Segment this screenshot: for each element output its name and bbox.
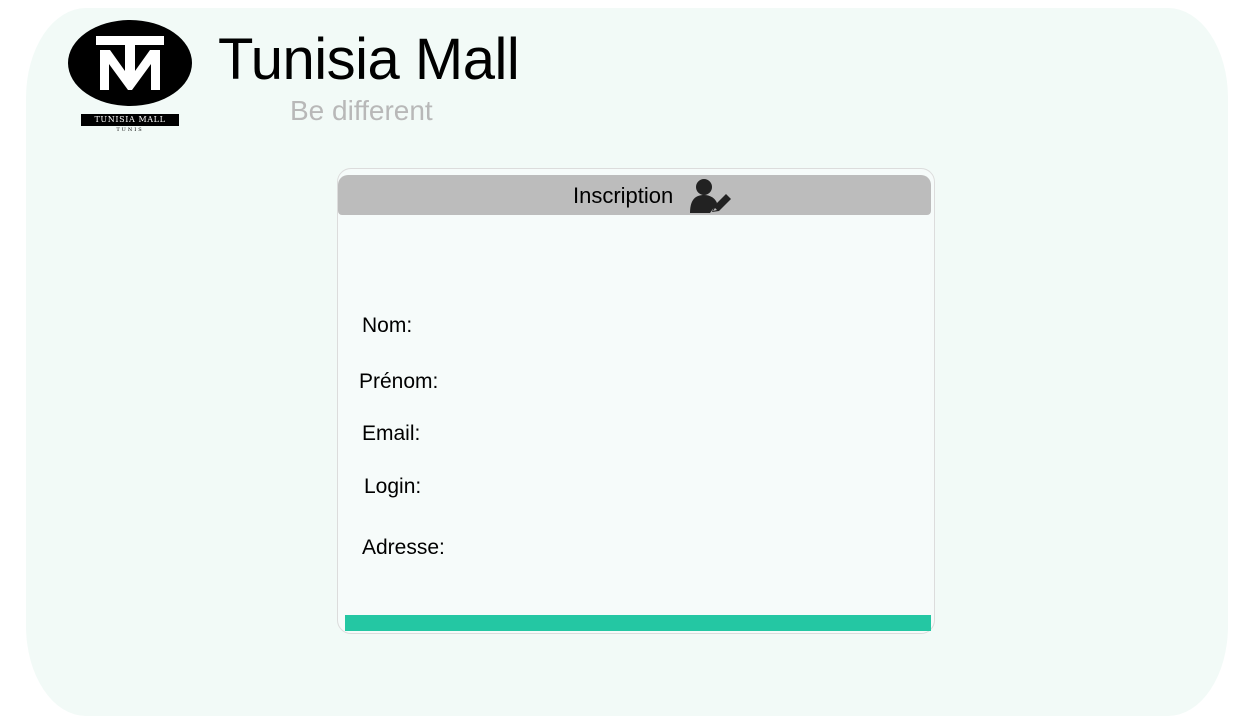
field-label-nom: Nom: xyxy=(362,314,413,337)
submit-button[interactable] xyxy=(345,615,931,631)
registration-form: Inscription Nom: Prénom: Email: Login: A… xyxy=(337,168,935,634)
logo-emblem xyxy=(68,20,192,106)
form-title: Inscription xyxy=(573,183,674,208)
field-label-login: Login: xyxy=(364,475,422,498)
form-header: Inscription xyxy=(338,175,931,215)
logo-band-text: TUNISIA MALL xyxy=(81,114,179,126)
field-label-prenom: Prénom: xyxy=(359,370,439,393)
logo-sub-text: TUNIS xyxy=(116,127,144,133)
site-tagline: Be different xyxy=(290,95,433,126)
user-edit-icon xyxy=(686,175,734,220)
brand-logo: TUNISIA MALL TUNIS xyxy=(68,20,192,136)
field-label-email: Email: xyxy=(362,422,421,445)
site-title: Tunisia Mall xyxy=(218,27,520,92)
field-label-adresse: Adresse: xyxy=(362,536,445,559)
